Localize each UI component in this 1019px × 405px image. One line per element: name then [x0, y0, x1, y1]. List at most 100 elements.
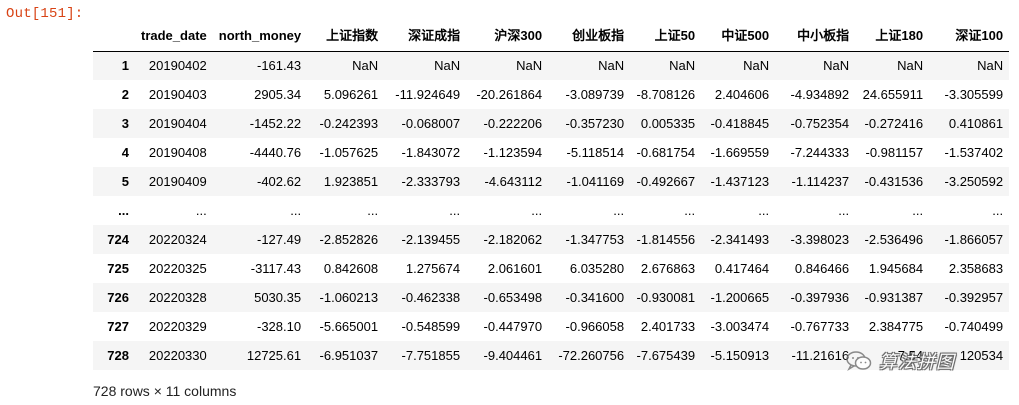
- table-cell: ...: [684, 202, 696, 218]
- table-cell: -3.250592: [944, 173, 1004, 189]
- table-header: trade_date north_money 上证指数 深证成指 沪深300 创业板指 上证…: [93, 22, 1010, 52]
- table-cell: 1.923851: [323, 173, 379, 189]
- table-cell: NaN: [598, 57, 625, 73]
- table-cell: -0.752354: [790, 115, 850, 131]
- table-cell: ...: [838, 202, 850, 218]
- table-cell: -0.397936: [790, 289, 850, 305]
- table-cell: NaN: [352, 57, 379, 73]
- table-row: 727 20220329 -328.10 -5.665001 -0.548599 -0.4…: [93, 312, 1009, 341]
- table-cell: -4.934892: [790, 86, 850, 102]
- table-cell: -3.003474: [710, 318, 770, 334]
- table-cell: -5.150913: [710, 347, 770, 363]
- table-cell: 2.384775: [868, 318, 924, 334]
- column-header: trade_date: [135, 22, 213, 52]
- table-cell: -4440.76: [249, 144, 302, 160]
- table-cell: -2.852826: [319, 231, 379, 247]
- table-cell: -5.118514: [566, 144, 625, 160]
- table-cell: -7.675439: [636, 347, 696, 363]
- table-cell: -328.10: [257, 318, 302, 334]
- table-cell: 2.676863: [640, 260, 696, 276]
- table-cell: 0.842608: [323, 260, 379, 276]
- column-header: 沪深300: [466, 22, 549, 52]
- table-cell: -11.924649: [395, 86, 461, 102]
- dataframe-shape-note: 728 rows × 11 columns: [93, 383, 237, 399]
- table-cell: NaN: [823, 57, 850, 73]
- table-cell: ...: [531, 202, 543, 218]
- table-cell: ...: [367, 202, 379, 218]
- table-cell: 1.275674: [405, 260, 461, 276]
- row-index: 727: [107, 318, 129, 334]
- table-cell: -0.341600: [565, 289, 625, 305]
- table-row: 4 20190408 -4440.76 -1.057625 -1.843072 -1.12…: [93, 138, 1009, 167]
- table-cell: 5.096261: [323, 86, 379, 102]
- table-cell: -0.357230: [565, 115, 625, 131]
- table-cell: -161.43: [257, 57, 302, 73]
- table-cell: 20220329: [148, 318, 207, 334]
- table-cell: ...: [758, 202, 770, 218]
- table-cell: 20220324: [148, 231, 207, 247]
- table-cell: -127.49: [257, 231, 302, 247]
- row-index: 3: [121, 115, 129, 131]
- header-row: trade_date north_money 上证指数 深证成指 沪深300 创业板指 上证…: [93, 22, 1010, 52]
- table-cell: -7.751855: [401, 347, 461, 363]
- table-cell: 20190408: [148, 144, 207, 160]
- table-cell: 24.655911: [862, 86, 924, 102]
- table-cell: -0.431536: [864, 173, 924, 189]
- table-cell: 5030.35: [254, 289, 302, 305]
- table-row: 5 20190409 -402.62 1.923851 -2.333793 -4.6431…: [93, 167, 1010, 196]
- table-cell: -5.665001: [319, 318, 379, 334]
- table-cell: -402.62: [257, 173, 302, 189]
- table-cell: 20220330: [148, 347, 207, 363]
- table-cell: 6.035280: [569, 260, 625, 276]
- table-cell: -9.404461: [483, 347, 543, 363]
- table-cell: -8.708126: [636, 86, 696, 102]
- table-cell: -0.931387: [864, 289, 924, 305]
- table-cell: ...: [912, 202, 924, 218]
- table-cell: -20.261864: [476, 86, 543, 102]
- table-cell: NaN: [743, 57, 770, 73]
- table-cell: NaN: [434, 57, 461, 73]
- row-index: 728: [107, 347, 129, 363]
- table-cell: 20190402: [148, 57, 207, 73]
- table-cell: -1.537402: [944, 144, 1004, 160]
- table-cell: -0.068007: [401, 115, 461, 131]
- row-index: 2: [121, 86, 129, 102]
- table-cell: -0.681754: [636, 144, 696, 160]
- row-index: 726: [107, 289, 129, 305]
- table-cell: 2905.34: [254, 86, 302, 102]
- table-row: 2 20190403 2905.34 5.096261 -11.924649 -20.26…: [93, 80, 1009, 109]
- index-header: [93, 22, 135, 52]
- table-cell: -0.966058: [565, 318, 625, 334]
- table-cell: -0.462338: [401, 289, 461, 305]
- table-cell: NaN: [516, 57, 543, 73]
- table-cell: 20190403: [148, 86, 207, 102]
- table-cell: -7.244333: [790, 144, 850, 160]
- table-row: 1 20190402 -161.43 NaN NaN NaN NaN NaN NaN NaN NaN…: [93, 51, 1010, 80]
- table-cell: -0.222206: [483, 115, 543, 131]
- table-cell: -0.548599: [401, 318, 461, 334]
- table-cell: -1.843072: [401, 144, 461, 160]
- table-row: 725 20220325 -3117.43 0.842608 1.275674 2.061…: [93, 254, 1009, 283]
- table-cell: NaN: [669, 57, 696, 73]
- column-header: 中小板指: [775, 22, 856, 52]
- table-cell: -0.242393: [319, 115, 379, 131]
- table-cell: -0.740499: [944, 318, 1004, 334]
- table-cell: -2.341493: [710, 231, 770, 247]
- table-cell: -3.305599: [944, 86, 1004, 102]
- table-cell: 20190409: [148, 173, 207, 189]
- table-cell: 1.945684: [868, 260, 924, 276]
- table-cell: -1.200665: [710, 289, 770, 305]
- table-cell: NaN: [977, 57, 1004, 73]
- row-index: ...: [118, 202, 129, 218]
- table-cell: -11.21616: [791, 347, 850, 363]
- table-cell: -6.951037: [319, 347, 379, 363]
- dataframe-output: trade_date north_money 上证指数 深证成指 沪深300 创业板指 上证…: [93, 22, 1010, 370]
- wechat-bubbles-icon: [845, 350, 873, 372]
- table-cell: 2.061601: [487, 260, 543, 276]
- table-cell: -2.333793: [401, 173, 461, 189]
- table-row: ....................................: [93, 196, 1009, 225]
- table-cell: -2.139455: [401, 231, 461, 247]
- table-cell: -0.653498: [483, 289, 543, 305]
- column-header: 上证50: [630, 22, 702, 52]
- table-cell: -1.060213: [319, 289, 379, 305]
